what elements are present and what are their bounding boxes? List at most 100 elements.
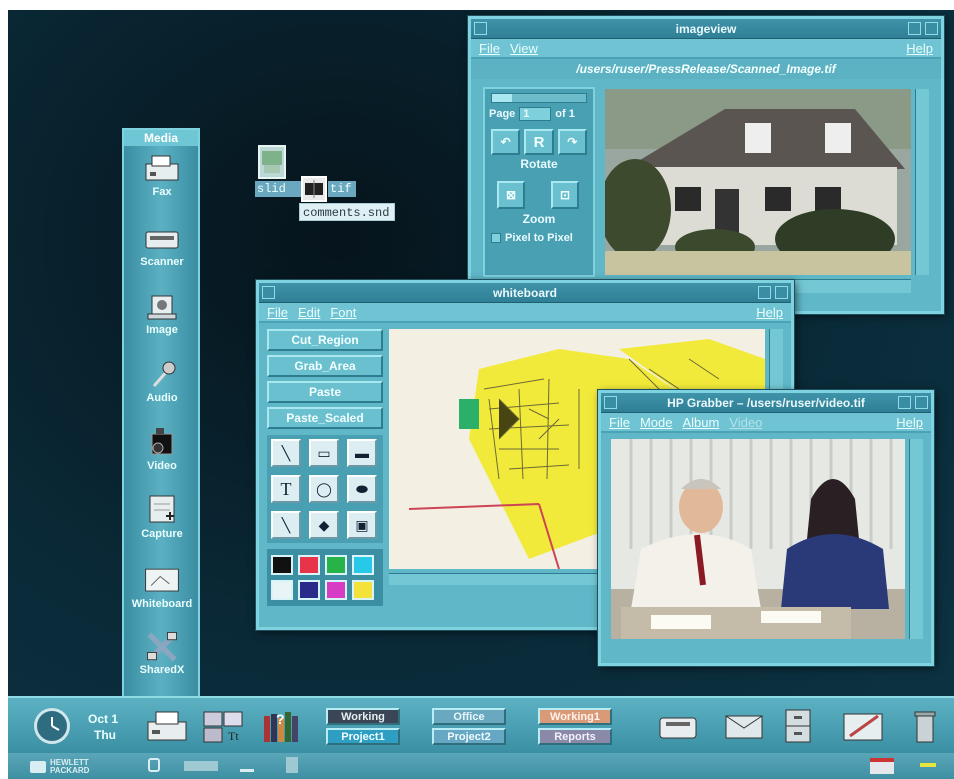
menu-view[interactable]: View	[510, 41, 538, 56]
menu-file[interactable]: File	[479, 41, 500, 56]
desktop-video-icon[interactable]	[301, 176, 327, 202]
color-swatch[interactable]	[325, 580, 347, 600]
menu-edit[interactable]: Edit	[298, 305, 320, 320]
maximize-button[interactable]	[775, 286, 788, 299]
color-swatch[interactable]	[271, 580, 293, 600]
menu-album[interactable]: Album	[682, 415, 719, 430]
color-swatch[interactable]	[298, 580, 320, 600]
cut-region-button[interactable]: Cut_Region	[267, 329, 383, 351]
color-swatch[interactable]	[352, 580, 374, 600]
filled-rectangle-tool[interactable]: ▬	[347, 439, 377, 467]
filled-rectangle-icon: ▬	[355, 445, 369, 461]
zoom-in-button[interactable]: ⊠	[497, 181, 525, 209]
line-tool[interactable]: ╲	[271, 439, 301, 467]
page-row: Page 1 of 1	[485, 107, 593, 121]
page-slider-thumb[interactable]	[492, 94, 512, 102]
calendar-icon[interactable]	[870, 758, 894, 774]
color-swatch[interactable]	[325, 555, 347, 575]
page-slider[interactable]	[491, 93, 587, 103]
copy-tool[interactable]: ▣	[347, 511, 377, 539]
grabber-window: HP Grabber – /users/ruser/video.tif File…	[598, 390, 934, 666]
window-menu-button[interactable]	[474, 22, 487, 35]
workspace-button[interactable]: Project1	[326, 728, 400, 745]
grab-area-button[interactable]: Grab_Area	[267, 355, 383, 377]
desktop-file-icon[interactable]	[258, 145, 286, 179]
imageview-vscroll[interactable]	[915, 89, 929, 275]
menu-mode[interactable]: Mode	[640, 415, 673, 430]
fax-button[interactable]: Fax	[126, 152, 198, 198]
menu-help[interactable]: Help	[906, 41, 933, 56]
minimize-button[interactable]	[908, 22, 921, 35]
workspace-button[interactable]: Working1	[538, 708, 612, 725]
busy-icon	[286, 757, 298, 773]
rectangle-tool[interactable]: ▭	[309, 439, 339, 467]
lock-icon[interactable]	[148, 758, 160, 772]
whiteboard-titlebar[interactable]: whiteboard	[259, 283, 791, 303]
ellipse-icon: ◯	[316, 480, 332, 497]
window-menu-button[interactable]	[604, 396, 617, 409]
grabber-vscroll[interactable]	[909, 439, 923, 639]
sharedx-button[interactable]: SharedX	[126, 630, 198, 676]
maximize-button[interactable]	[915, 396, 928, 409]
clock-icon[interactable]	[34, 708, 70, 744]
mail-icon[interactable]	[724, 714, 764, 740]
workspace-button[interactable]: Office	[432, 708, 506, 725]
text-tool[interactable]: T	[271, 475, 301, 503]
pencil-tool[interactable]: ╲	[271, 511, 301, 539]
imageview-titlebar[interactable]: imageview	[471, 19, 941, 39]
workspace-button[interactable]: Project2	[432, 728, 506, 745]
minimize-button[interactable]	[758, 286, 771, 299]
menu-font[interactable]: Font	[330, 305, 356, 320]
style-manager-icon[interactable]: Tt	[202, 710, 246, 744]
edit-tools-icon[interactable]	[842, 708, 886, 744]
maximize-button[interactable]	[925, 22, 938, 35]
desktop-icon-label-slide[interactable]: slid	[255, 181, 301, 197]
filled-ellipse-tool[interactable]: ⬬	[347, 475, 377, 503]
menu-help[interactable]: Help	[896, 415, 923, 430]
video-button[interactable]: Video	[126, 426, 198, 472]
eraser-tool[interactable]: ◆	[309, 511, 339, 539]
exit-icon[interactable]	[240, 758, 254, 772]
page-input[interactable]: 1	[519, 107, 552, 121]
progress-indicator-icon	[184, 761, 218, 771]
file-cabinet-icon[interactable]	[784, 708, 812, 744]
menu-help[interactable]: Help	[756, 305, 783, 320]
color-swatch[interactable]	[298, 555, 320, 575]
minimize-button[interactable]	[898, 396, 911, 409]
workspace-button[interactable]: Reports	[538, 728, 612, 745]
trash-icon[interactable]	[914, 710, 936, 744]
sharedx-label: SharedX	[139, 664, 185, 676]
image-button[interactable]: Image	[126, 290, 198, 336]
printer-icon[interactable]	[144, 710, 190, 744]
fax-panel-icon[interactable]	[656, 710, 700, 742]
imageview-window: imageview File View Help /users/ruser/Pr…	[468, 16, 944, 314]
window-menu-button[interactable]	[262, 286, 275, 299]
rotate-right-button[interactable]: ↷	[557, 129, 587, 155]
desktop-icon-label-tif[interactable]: tif	[328, 181, 356, 197]
workspace-button[interactable]: Working	[326, 708, 400, 725]
paste-button[interactable]: Paste	[267, 381, 383, 403]
menu-file[interactable]: File	[267, 305, 288, 320]
pixel-row: Pixel to Pixel	[491, 232, 587, 244]
rotate-left-button[interactable]: ↶	[491, 129, 521, 155]
rotate-reset-button[interactable]: R	[524, 129, 554, 155]
whiteboard-button[interactable]: Whiteboard	[126, 564, 198, 610]
color-swatch[interactable]	[271, 555, 293, 575]
activity-light	[920, 763, 936, 767]
zoom-out-button[interactable]: ⊡	[551, 181, 579, 209]
paste-scaled-button[interactable]: Paste_Scaled	[267, 407, 383, 429]
audio-button[interactable]: Audio	[126, 358, 198, 404]
menu-video[interactable]: Video	[729, 415, 762, 430]
zoom-out-icon: ⊡	[559, 188, 571, 202]
grabber-titlebar[interactable]: HP Grabber – /users/ruser/video.tif	[601, 393, 931, 413]
video-frame	[611, 439, 905, 639]
color-palette	[267, 549, 383, 606]
color-swatch[interactable]	[352, 555, 374, 575]
pixel-checkbox[interactable]	[491, 233, 501, 243]
menu-file[interactable]: File	[609, 415, 630, 430]
help-manager-icon[interactable]: ?	[262, 708, 302, 744]
scanner-button[interactable]: Scanner	[126, 222, 198, 268]
capture-button[interactable]: Capture	[126, 494, 198, 540]
ellipse-tool[interactable]: ◯	[309, 475, 339, 503]
desktop-icon-label-comments[interactable]: comments.snd	[299, 203, 395, 221]
